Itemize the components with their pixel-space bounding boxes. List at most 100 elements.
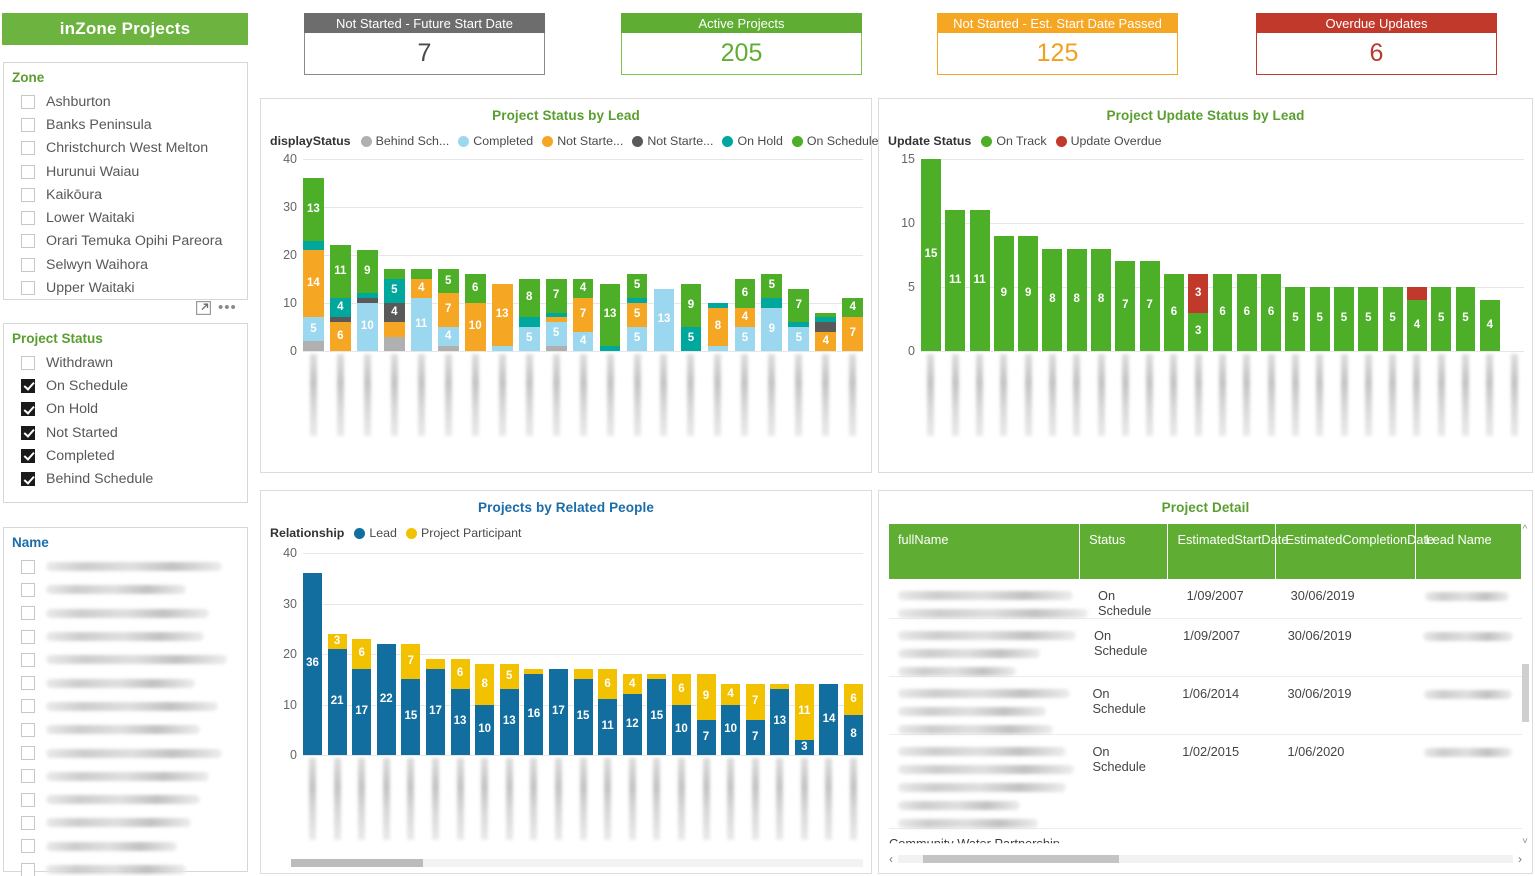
- bar-segment[interactable]: 13: [303, 178, 324, 240]
- bar[interactable]: 9: [1018, 159, 1038, 351]
- bar-segment[interactable]: 5: [1456, 287, 1476, 351]
- bar-segment[interactable]: 4: [1480, 300, 1500, 351]
- slicer-item-status-on-hold[interactable]: On Hold: [4, 398, 247, 421]
- bar[interactable]: 5: [1456, 159, 1476, 351]
- bar[interactable]: 15: [921, 159, 941, 351]
- visual-project-detail[interactable]: Project Detail fullNameStatusEstimatedSt…: [878, 490, 1533, 874]
- bar[interactable]: 7: [1140, 159, 1160, 351]
- bar[interactable]: 617: [352, 553, 371, 755]
- bar-segment[interactable]: 7: [546, 279, 567, 313]
- bar[interactable]: 9: [994, 159, 1014, 351]
- bar-segment[interactable]: 15: [921, 159, 941, 351]
- bar[interactable]: 610: [672, 553, 691, 755]
- slicer-item-name[interactable]: [4, 765, 247, 788]
- bar[interactable]: 13: [600, 159, 621, 351]
- bar-segment[interactable]: 6: [1237, 274, 1257, 351]
- bar-segment[interactable]: 4: [815, 332, 836, 351]
- kpi-card-not-started-est-start-date-passed[interactable]: Not Started - Est. Start Date Passed125: [937, 13, 1178, 75]
- bar[interactable]: 645: [735, 159, 756, 351]
- bar-segment[interactable]: 6: [352, 639, 371, 669]
- bar-segment[interactable]: 4: [411, 279, 432, 298]
- bar-segment[interactable]: [708, 346, 729, 351]
- table-row[interactable]: On Schedule1/02/20151/06/2020: [889, 735, 1522, 829]
- bar-segment[interactable]: [546, 346, 567, 351]
- kpi-card-active-projects[interactable]: Active Projects205: [621, 13, 862, 75]
- bar-segment[interactable]: 8: [844, 715, 863, 755]
- bar-segment[interactable]: 5: [627, 303, 648, 327]
- bar[interactable]: 6: [1261, 159, 1281, 351]
- bar-segment[interactable]: 5: [735, 327, 756, 351]
- bar-segment[interactable]: 7: [401, 644, 420, 679]
- bar-segment[interactable]: 15: [401, 679, 420, 755]
- bar-segment[interactable]: 12: [623, 694, 642, 755]
- checkbox-icon[interactable]: [21, 95, 35, 109]
- bar[interactable]: 8: [708, 159, 729, 351]
- bar-segment[interactable]: 10: [357, 303, 378, 351]
- legend-item[interactable]: Lead: [354, 526, 397, 540]
- bar-segment[interactable]: 13: [600, 284, 621, 346]
- slicer-item-status-withdrawn[interactable]: Withdrawn: [4, 351, 247, 374]
- bar-segment[interactable]: [303, 341, 324, 351]
- bar[interactable]: 54: [384, 159, 405, 351]
- bar[interactable]: 8: [1091, 159, 1111, 351]
- bar[interactable]: 33: [1188, 159, 1208, 351]
- checkbox-icon[interactable]: [21, 472, 35, 486]
- bar-segment[interactable]: 6: [735, 279, 756, 308]
- checkbox-icon[interactable]: [21, 449, 35, 463]
- bar[interactable]: 715: [401, 553, 420, 755]
- bar[interactable]: 13145: [303, 159, 324, 351]
- bar-segment[interactable]: 7: [1140, 261, 1160, 351]
- bar-segment[interactable]: [815, 322, 836, 332]
- bar-segment[interactable]: 22: [377, 644, 396, 755]
- table-column-header[interactable]: Status: [1080, 524, 1168, 579]
- bar-segment[interactable]: [761, 298, 782, 308]
- bar-segment[interactable]: 5: [303, 317, 324, 341]
- checkbox-icon[interactable]: [21, 426, 35, 440]
- checkbox-icon[interactable]: [21, 356, 35, 370]
- bar-segment[interactable]: [438, 346, 459, 351]
- bar[interactable]: 6: [1237, 159, 1257, 351]
- bar[interactable]: 474: [573, 159, 594, 351]
- detail-table[interactable]: fullNameStatusEstimatedStartDateEstimate…: [889, 524, 1522, 847]
- bar-segment[interactable]: 5: [761, 274, 782, 298]
- bar-segment[interactable]: 5: [546, 322, 567, 346]
- bar[interactable]: 11: [945, 159, 965, 351]
- bar-segment[interactable]: 6: [330, 322, 351, 351]
- scroll-up-icon[interactable]: ^: [1523, 524, 1528, 535]
- bar-segment[interactable]: 11: [945, 210, 965, 351]
- bar-segment[interactable]: 5: [1285, 287, 1305, 351]
- checkbox-icon[interactable]: [21, 793, 35, 807]
- visual-project-status-by-lead[interactable]: Project Status by Lead displayStatus Beh…: [260, 98, 872, 473]
- bar[interactable]: 8: [1042, 159, 1062, 351]
- bar[interactable]: 68: [844, 553, 863, 755]
- slicer-item-name[interactable]: [4, 718, 247, 741]
- kpi-card-not-started-future-start-date[interactable]: Not Started - Future Start Date7: [304, 13, 545, 75]
- legend-item[interactable]: On Schedule: [792, 134, 879, 148]
- bar[interactable]: 910: [357, 159, 378, 351]
- legend-item[interactable]: Update Overdue: [1056, 134, 1162, 148]
- bar-segment[interactable]: 3: [1188, 313, 1208, 351]
- bar[interactable]: 5: [1334, 159, 1354, 351]
- bar[interactable]: 5: [1310, 159, 1330, 351]
- bar-segment[interactable]: 7: [1115, 261, 1135, 351]
- bar[interactable]: 8: [1067, 159, 1087, 351]
- bar-segment[interactable]: 10: [475, 705, 494, 756]
- checkbox-icon[interactable]: [21, 141, 35, 155]
- bar-segment[interactable]: 6: [1261, 274, 1281, 351]
- bar[interactable]: 16: [524, 553, 543, 755]
- chart-legend[interactable]: Update Status On TrackUpdate Overdue: [879, 123, 1532, 148]
- slicer-item-status-on-schedule[interactable]: On Schedule: [4, 374, 247, 397]
- bar-segment[interactable]: 3: [328, 634, 347, 649]
- bar-segment[interactable]: 21: [328, 649, 347, 755]
- bar-segment[interactable]: 5: [1431, 287, 1451, 351]
- bar[interactable]: 7: [1115, 159, 1135, 351]
- slicer-item-zone-orari-temuka-opihi-pareora[interactable]: Orari Temuka Opihi Pareora: [4, 230, 247, 253]
- bar-segment[interactable]: 4: [438, 327, 459, 346]
- bar-segment[interactable]: 13: [451, 689, 470, 755]
- bar-segment[interactable]: 6: [465, 274, 486, 303]
- slicer-item-zone-kaik-ura[interactable]: Kaikōura: [4, 183, 247, 206]
- checkbox-icon[interactable]: [21, 211, 35, 225]
- slicer-item-name[interactable]: [4, 858, 247, 876]
- bar-segment[interactable]: [519, 317, 540, 327]
- slicer-item-zone-christchurch-west-melton[interactable]: Christchurch West Melton: [4, 137, 247, 160]
